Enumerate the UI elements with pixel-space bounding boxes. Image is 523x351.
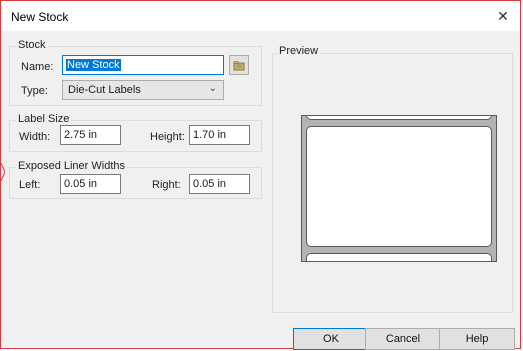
preview-label-top [306,116,492,120]
close-icon: ✕ [497,8,509,24]
height-label: Height: [150,131,185,143]
height-field[interactable]: 1.70 in [189,125,250,145]
right-label: Right: [152,179,181,191]
label-size-group-label: Label Size [16,113,72,125]
left-field[interactable]: 0.05 in [60,174,121,194]
stock-group-label: Stock [16,39,48,51]
left-label: Left: [19,179,41,191]
window-title: New Stock [11,10,69,24]
height-value: 1.70 in [193,129,227,141]
right-field[interactable]: 0.05 in [189,174,250,194]
liner-widths-group-label: Exposed Liner Widths [16,160,127,172]
help-button[interactable]: Help [439,328,515,350]
width-label: Width: [19,131,51,143]
title-bar: New Stock ✕ [1,1,520,31]
cancel-button[interactable]: Cancel [365,328,441,350]
new-stock-dialog: New Stock ✕ Stock Name: New Stock Type: … [0,0,521,350]
edge-marker [1,163,5,181]
name-label: Name: [21,61,54,73]
preview-label-bottom [306,253,492,261]
label-preview [301,115,497,262]
left-value: 0.05 in [64,178,98,190]
right-value: 0.05 in [193,178,227,190]
ok-button[interactable]: OK [293,328,369,350]
width-field[interactable]: 2.75 in [60,125,121,145]
width-value: 2.75 in [64,129,98,141]
chevron-down-icon: ⌄ [208,83,217,94]
close-button[interactable]: ✕ [494,7,512,25]
name-field[interactable]: New Stock [62,55,224,75]
name-value: New Stock [66,59,121,71]
type-label: Type: [21,85,48,97]
preview-group-label: Preview [277,45,321,57]
type-value: Die-Cut Labels [68,84,141,96]
preview-label-main [306,126,492,247]
browse-button[interactable] [229,55,249,75]
folder-browse-icon [233,61,245,71]
type-dropdown[interactable]: Die-Cut Labels ⌄ [62,80,224,100]
